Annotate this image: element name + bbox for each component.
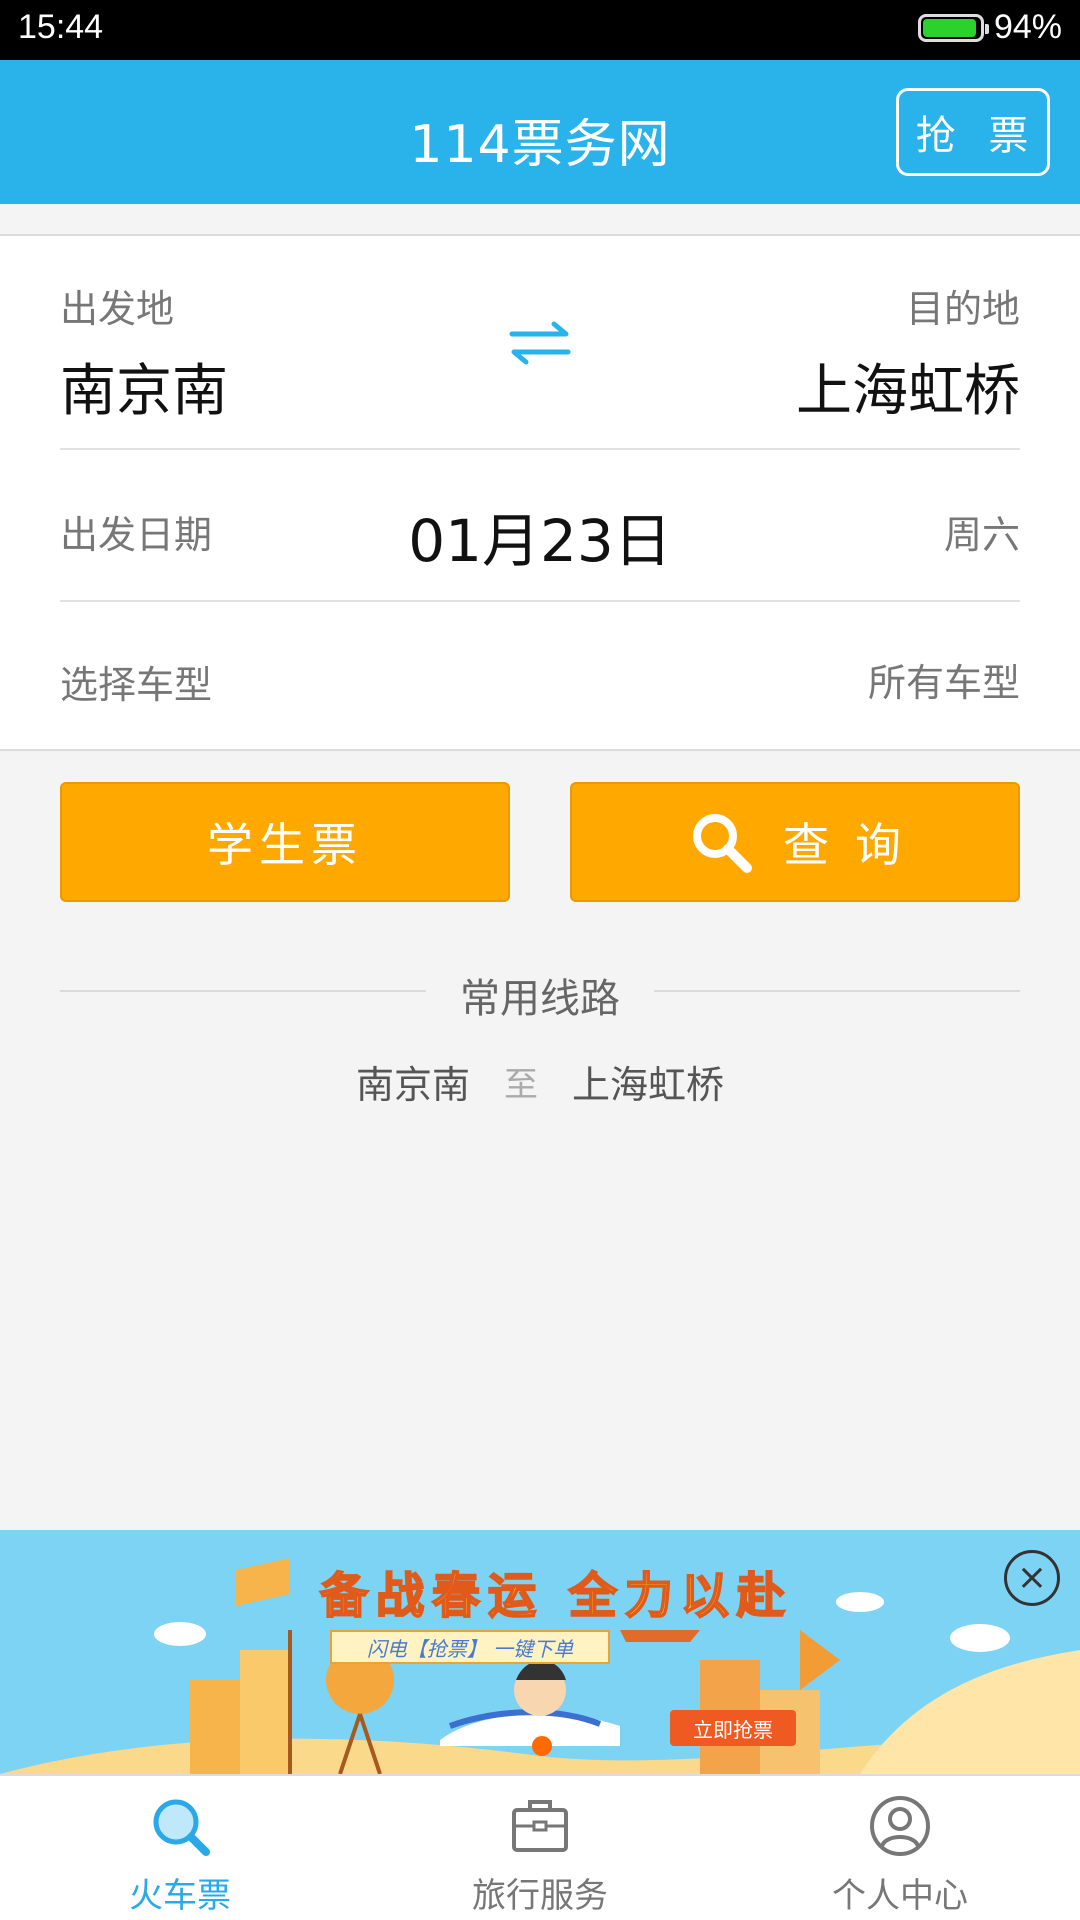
grab-ticket-button[interactable]: 抢 票 bbox=[896, 88, 1050, 176]
to-label: 目的地 bbox=[905, 287, 1020, 331]
route-to: 上海虹桥 bbox=[572, 1063, 725, 1107]
battery-icon bbox=[917, 13, 989, 42]
train-type-value[interactable]: 所有车型 bbox=[868, 652, 1020, 707]
tab-train-tickets[interactable]: 火车票 bbox=[0, 1776, 360, 1920]
tab-label: 火车票 bbox=[129, 1876, 231, 1916]
close-icon[interactable]: × bbox=[1004, 1550, 1060, 1606]
date-value[interactable]: 01月23日 bbox=[0, 494, 1080, 578]
tab-personal-center[interactable]: 个人中心 bbox=[720, 1776, 1080, 1920]
search-icon bbox=[153, 1799, 210, 1856]
banner-page-indicator bbox=[532, 1736, 552, 1756]
route-to-word: 至 bbox=[504, 1065, 538, 1105]
from-label: 出发地 bbox=[60, 287, 175, 331]
battery-percent: 94% bbox=[993, 8, 1062, 46]
tab-label: 个人中心 bbox=[832, 1876, 968, 1916]
student-ticket-button[interactable]: 学生票 bbox=[60, 782, 510, 902]
tab-travel-services[interactable]: 旅行服务 bbox=[360, 1776, 720, 1920]
search-icon bbox=[693, 814, 752, 873]
status-time: 15:44 bbox=[18, 8, 104, 46]
route-from: 南京南 bbox=[355, 1063, 470, 1107]
swap-icon[interactable] bbox=[508, 318, 572, 368]
search-button-label: 查询 bbox=[783, 818, 927, 872]
briefcase-icon bbox=[512, 1800, 568, 1852]
tab-label: 旅行服务 bbox=[472, 1876, 608, 1916]
battery-fill bbox=[922, 18, 976, 37]
promo-banner[interactable]: 备战春运 全力以赴 闪电【抢票】 一键下单 立即抢票 × bbox=[0, 1530, 1080, 1774]
train-type-label: 选择车型 bbox=[60, 663, 213, 707]
from-city[interactable]: 南京南 bbox=[60, 346, 228, 427]
bottom-tab-bar: 火车票 旅行服务 个人中心 bbox=[0, 1774, 1080, 1920]
search-form: 出发地 目的地 南京南 上海虹桥 出发日期 01月23日 周六 选择车型 所有车… bbox=[0, 234, 1080, 751]
banner-headline: 备战春运 全力以赴 bbox=[319, 1567, 793, 1625]
divider bbox=[60, 448, 1020, 450]
banner-subtitle: 闪电【抢票】 一键下单 bbox=[330, 1630, 610, 1664]
banner-cta-button[interactable]: 立即抢票 bbox=[670, 1710, 796, 1746]
user-icon bbox=[870, 1796, 930, 1856]
search-button[interactable]: 查询 bbox=[570, 782, 1020, 902]
common-route-item[interactable]: 南京南 至 上海虹桥 bbox=[0, 1054, 1080, 1109]
to-city[interactable]: 上海虹桥 bbox=[796, 346, 1020, 427]
common-routes-title: 常用线路 bbox=[460, 976, 620, 1022]
status-bar: 15:44 94% bbox=[0, 0, 1080, 60]
weekday: 周六 bbox=[943, 513, 1020, 557]
status-right: 94% bbox=[917, 8, 1062, 47]
common-routes-header: 常用线路 bbox=[60, 966, 1020, 1022]
app-header: 114票务网 抢 票 bbox=[0, 60, 1080, 204]
divider bbox=[60, 600, 1020, 602]
divider bbox=[654, 990, 1020, 992]
